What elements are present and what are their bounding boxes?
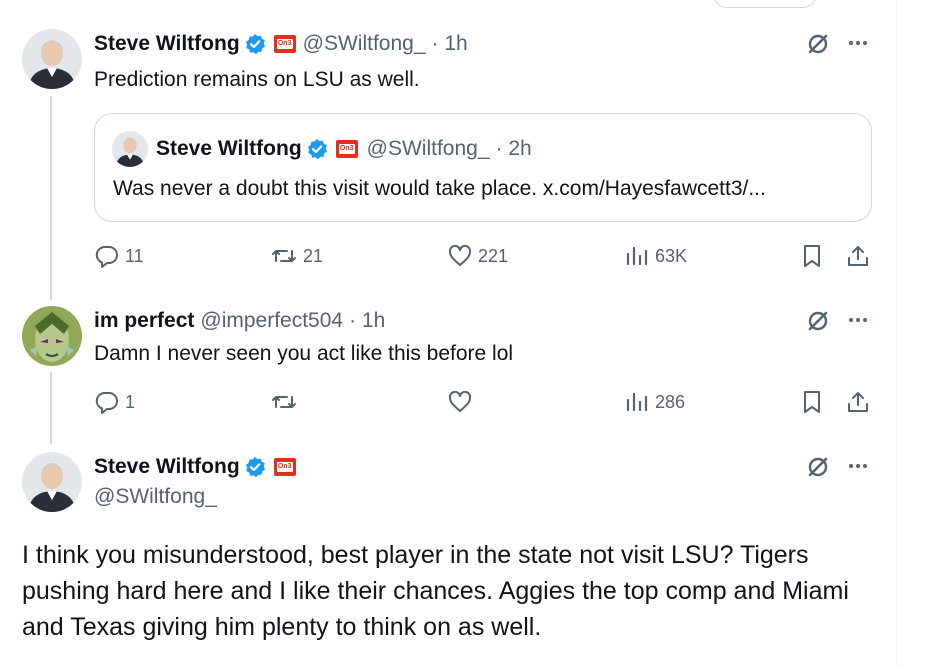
author-handle[interactable]: @SWiltfong_ <box>303 31 426 57</box>
tweet-text: Prediction remains on LSU as well. <box>94 68 420 91</box>
views-icon <box>626 392 648 412</box>
thread-connector-line <box>50 96 52 300</box>
tweet-header: Steve Wiltfong On3 @SWiltfong_ · 1h <box>94 31 468 57</box>
verified-badge-icon <box>306 138 328 160</box>
share-icon[interactable] <box>845 389 871 415</box>
top-partial-button[interactable] <box>713 0 817 8</box>
views-count: 286 <box>655 391 686 412</box>
reply-icon <box>95 245 118 268</box>
repost-count: 21 <box>303 245 324 266</box>
reply-count: 11 <box>125 245 144 266</box>
quoted-avatar <box>112 131 148 167</box>
like-count: 221 <box>478 245 509 266</box>
author-name[interactable]: Steve Wiltfong <box>94 454 240 480</box>
quoted-tweet-card[interactable] <box>94 113 872 222</box>
tweet-time[interactable]: · 1h <box>349 308 385 334</box>
bookmark-icon[interactable] <box>799 243 825 269</box>
repost-icon <box>272 396 296 408</box>
like-icon <box>448 390 472 412</box>
quoted-author-handle: @SWiltfong_ <box>366 137 490 160</box>
tweet-header: im perfect @imperfect504 · 1h <box>94 308 385 334</box>
more-icon[interactable] <box>845 30 871 56</box>
views-count: 63K <box>655 245 688 266</box>
author-handle[interactable]: @SWiltfong_ <box>94 484 217 510</box>
more-icon[interactable] <box>845 453 871 479</box>
quoted-author-name: Steve Wiltfong <box>156 137 302 160</box>
tweet-text: Damn I never seen you act like this befo… <box>94 342 514 365</box>
affiliate-badge-icon[interactable]: On3 <box>273 458 296 476</box>
like-button[interactable] <box>447 389 478 415</box>
verified-badge-icon <box>244 33 266 55</box>
affiliate-badge-icon[interactable]: On3 <box>273 35 296 53</box>
grok-icon[interactable] <box>805 454 831 480</box>
reply-button[interactable]: 11 <box>94 243 144 269</box>
reply-button[interactable]: 1 <box>94 389 135 415</box>
avatar[interactable] <box>22 306 82 366</box>
tweet-text: I think you misunderstood, best player i… <box>22 541 849 641</box>
tweet-header: Steve Wiltfong On3 <box>94 454 296 480</box>
author-handle[interactable]: @imperfect504 <box>200 308 343 334</box>
reply-count: 1 <box>125 391 136 412</box>
quoted-tweet-time: · 2h <box>495 137 532 160</box>
repost-button[interactable] <box>270 389 303 415</box>
more-icon[interactable] <box>845 307 871 333</box>
grok-icon[interactable] <box>805 308 831 334</box>
author-name[interactable]: Steve Wiltfong <box>94 31 240 57</box>
views-button[interactable]: 63K <box>624 243 687 269</box>
like-icon <box>448 244 472 266</box>
grok-icon[interactable] <box>805 31 831 57</box>
timeline-right-border <box>896 0 897 668</box>
affiliate-badge-icon: On3 <box>335 140 358 158</box>
repost-icon <box>272 250 296 262</box>
avatar[interactable] <box>22 29 82 89</box>
share-icon[interactable] <box>845 243 871 269</box>
bookmark-icon[interactable] <box>799 389 825 415</box>
views-button[interactable]: 286 <box>624 389 685 415</box>
quoted-tweet-header: Steve Wiltfong On3 @SWiltfong_ · 2h <box>156 136 532 162</box>
like-button[interactable]: 221 <box>447 243 508 269</box>
quoted-tweet-text: Was never a doubt this visit would take … <box>113 177 766 200</box>
reply-icon <box>95 391 118 414</box>
tweet-time[interactable]: · 1h <box>432 31 468 57</box>
author-name[interactable]: im perfect <box>94 308 194 334</box>
views-icon <box>626 246 648 266</box>
verified-badge-icon <box>244 456 266 478</box>
avatar[interactable] <box>22 452 82 512</box>
thread-connector-line <box>50 372 52 444</box>
repost-button[interactable]: 21 <box>270 243 323 269</box>
